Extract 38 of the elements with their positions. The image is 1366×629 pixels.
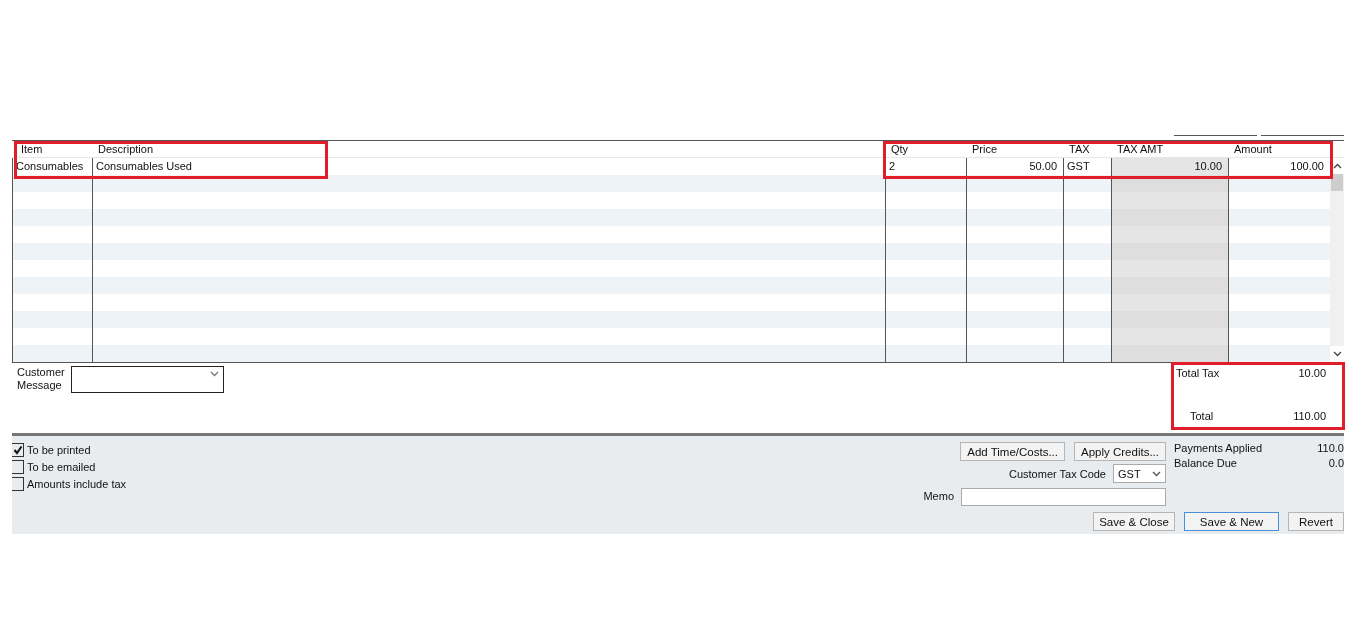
- tax-code-dropdown[interactable]: GST: [1113, 464, 1166, 483]
- total-value: 10.00: [1298, 367, 1326, 379]
- scroll-up-icon[interactable]: [1332, 163, 1342, 169]
- total-value: 110.00: [1293, 410, 1326, 422]
- save-button[interactable]: Save & New: [1184, 512, 1279, 531]
- action-button[interactable]: Add Time/Costs...: [960, 442, 1065, 461]
- scroll-down-icon[interactable]: [1332, 351, 1342, 357]
- column-header: Qty: [885, 141, 966, 158]
- payment-value: 0.0: [1328, 457, 1344, 469]
- option-label: To be emailed: [27, 461, 96, 473]
- column-header: Price: [966, 141, 1063, 158]
- payment-label: Balance Due: [1174, 457, 1237, 469]
- tax-code-label: Customer Tax Code: [1009, 467, 1106, 480]
- customer-message-label: Customer Message: [17, 366, 65, 393]
- customer-message-dropdown[interactable]: [71, 366, 224, 393]
- action-button[interactable]: Apply Credits...: [1074, 442, 1166, 461]
- column-header: Description: [92, 141, 885, 158]
- checkbox[interactable]: [12, 477, 24, 491]
- checkbox[interactable]: [12, 460, 24, 474]
- checkbox[interactable]: [12, 443, 24, 457]
- dropdown-caret-icon[interactable]: [1152, 470, 1161, 477]
- option-label: To be printed: [27, 444, 91, 456]
- table-cell: 10.00: [1111, 158, 1228, 175]
- scrollbar-track[interactable]: [1330, 174, 1344, 346]
- payment-value: 110.0: [1317, 442, 1344, 454]
- save-button[interactable]: Save & Close: [1093, 512, 1175, 531]
- column-header: Item: [12, 141, 92, 158]
- total-label: Total: [1190, 410, 1214, 422]
- payment-label: Payments Applied: [1174, 442, 1263, 454]
- memo-label: Memo: [923, 490, 954, 502]
- dropdown-caret-icon[interactable]: [210, 371, 219, 377]
- save-button[interactable]: Revert: [1288, 512, 1344, 531]
- column-header: TAX: [1063, 141, 1111, 158]
- memo-field[interactable]: [961, 488, 1166, 506]
- column-header: Amount: [1228, 141, 1330, 158]
- total-label: Total Tax: [1176, 367, 1220, 379]
- scroll-thumb[interactable]: [1331, 174, 1343, 191]
- option-label: Amounts include tax: [27, 478, 127, 490]
